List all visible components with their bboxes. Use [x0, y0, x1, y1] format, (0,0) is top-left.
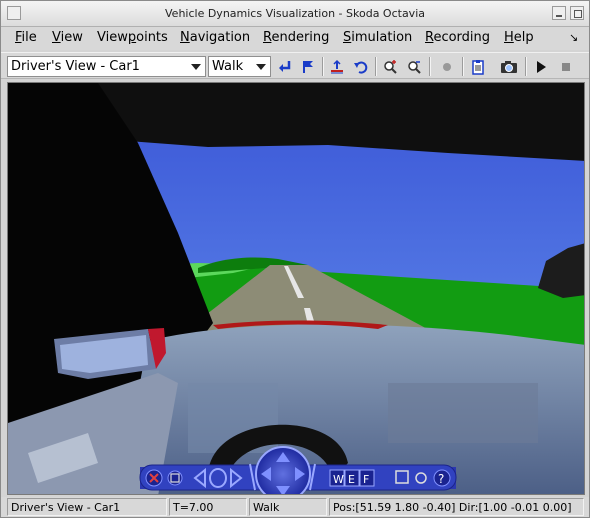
scene-render: W E F ?: [8, 83, 584, 494]
zoom-in-icon[interactable]: [380, 56, 402, 77]
menu-recording[interactable]: Recording: [425, 30, 490, 45]
status-time: T=7.00: [169, 498, 247, 516]
menu-detach-icon[interactable]: ↘: [569, 31, 578, 44]
nav-label-w: W: [333, 473, 344, 486]
toolbar-separator: [322, 57, 324, 76]
play-icon[interactable]: [530, 56, 552, 77]
undo-rotate-icon[interactable]: [350, 56, 372, 77]
clipboard-icon[interactable]: [467, 56, 489, 77]
stop-icon[interactable]: [555, 56, 577, 77]
chevron-down-icon: [191, 64, 201, 70]
return-arrow-icon[interactable]: [274, 56, 296, 77]
3d-viewport[interactable]: W E F ?: [7, 82, 585, 495]
toolbar-separator: [429, 57, 431, 76]
window-title: Vehicle Dynamics Visualization - Skoda O…: [165, 7, 425, 20]
maximize-button[interactable]: [570, 6, 584, 20]
toolbar-separator: [525, 57, 527, 76]
minimize-button[interactable]: [552, 6, 566, 20]
chevron-down-icon: [256, 64, 266, 70]
menu-file[interactable]: File: [15, 30, 37, 45]
navigation-mode-select[interactable]: Walk: [208, 56, 271, 77]
title-bar: Vehicle Dynamics Visualization - Skoda O…: [1, 1, 589, 27]
toolbar-separator: [375, 57, 377, 76]
viewpoint-select[interactable]: Driver's View - Car1: [7, 56, 206, 77]
menu-viewpoints[interactable]: Viewpoints: [97, 30, 168, 45]
app-window: Vehicle Dynamics Visualization - Skoda O…: [0, 0, 590, 518]
toolbar: Driver's View - Car1 Walk: [1, 52, 589, 79]
menu-view[interactable]: View: [52, 30, 83, 45]
level-icon[interactable]: [326, 56, 348, 77]
viewpoint-select-value: Driver's View - Car1: [11, 59, 140, 74]
menu-help[interactable]: Help: [504, 30, 534, 45]
flag-icon[interactable]: [297, 56, 319, 77]
nav-label-f: F: [363, 473, 369, 486]
menu-rendering[interactable]: Rendering: [263, 30, 329, 45]
menu-navigation[interactable]: Navigation: [180, 30, 250, 45]
zoom-out-icon[interactable]: [404, 56, 426, 77]
status-bar: Driver's View - Car1 T=7.00 Walk Pos:[51…: [1, 497, 589, 517]
status-viewpoint: Driver's View - Car1: [7, 498, 167, 516]
toolbar-separator: [462, 57, 464, 76]
record-dot-icon[interactable]: [436, 56, 458, 77]
camera-icon[interactable]: [498, 56, 520, 77]
menu-bar: File View Viewpoints Navigation Renderin…: [1, 27, 589, 50]
status-position: Pos:[51.59 1.80 -0.40] Dir:[1.00 -0.01 0…: [329, 498, 584, 516]
nav-label-e: E: [348, 473, 355, 486]
svg-text:?: ?: [438, 472, 444, 486]
status-mode: Walk: [249, 498, 327, 516]
navigation-mode-value: Walk: [212, 59, 244, 74]
menu-simulation[interactable]: Simulation: [343, 30, 412, 45]
